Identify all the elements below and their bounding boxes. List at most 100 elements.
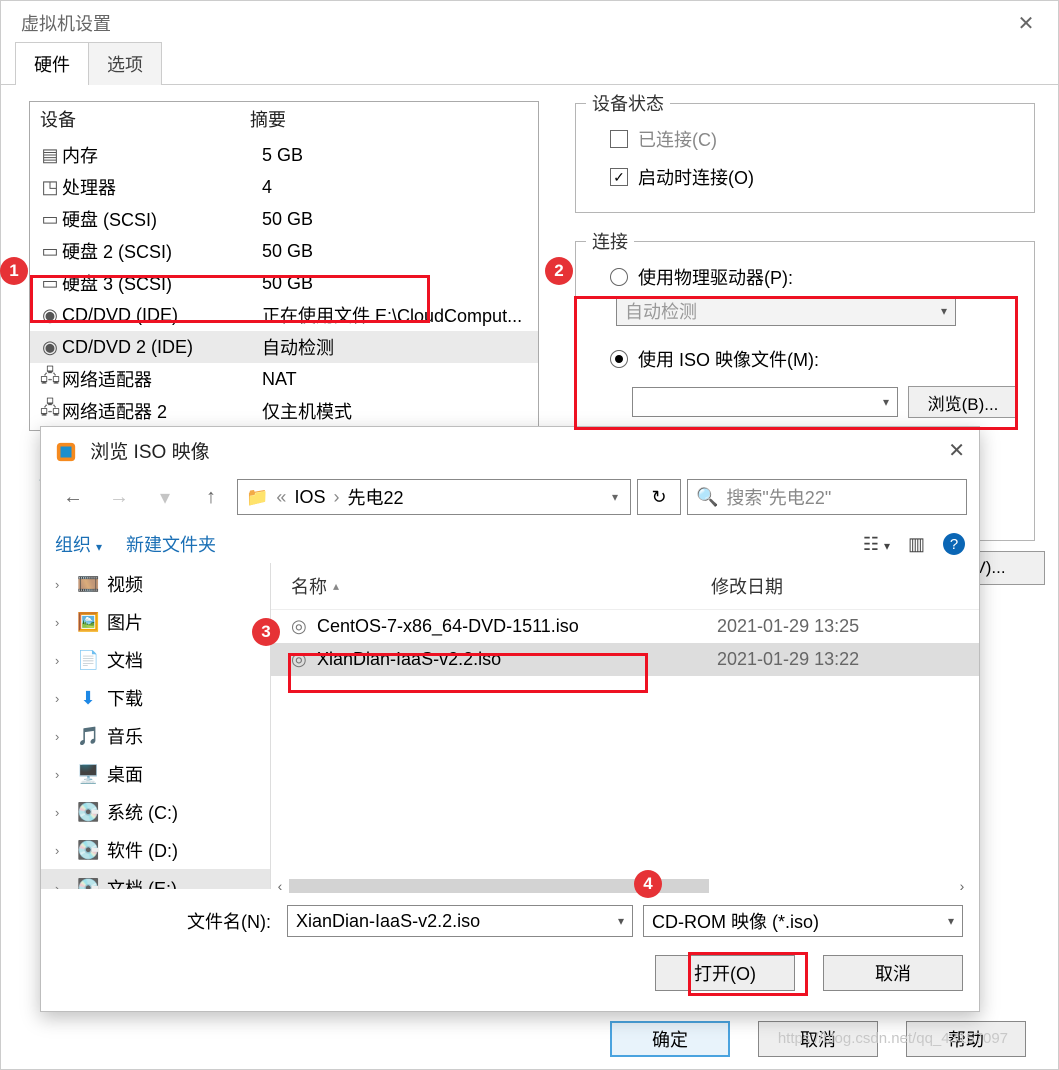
chevron-down-icon: ▾ <box>612 490 622 504</box>
file-row[interactable]: ◎ CentOS-7-x86_64-DVD-1511.iso 2021-01-2… <box>271 610 979 643</box>
device-summary: 4 <box>262 177 538 198</box>
physical-drive-combo[interactable]: 自动检测 ▾ <box>616 296 956 326</box>
browse-button[interactable]: 浏览(B)... <box>908 386 1018 418</box>
drive-icon: 💽 <box>77 878 99 890</box>
nav-back-icon[interactable]: ← <box>53 479 93 515</box>
new-folder-button[interactable]: 新建文件夹 <box>126 531 216 557</box>
device-label: 处理器 <box>62 174 262 200</box>
disk-icon: ▭ <box>38 209 62 229</box>
path-segment[interactable]: IOS <box>294 487 325 508</box>
file-type-filter[interactable]: CD-ROM 映像 (*.iso) ▾ <box>643 905 963 937</box>
checkbox-icon: ✓ <box>610 168 628 186</box>
device-summary: 50 GB <box>262 273 538 294</box>
radio-icon <box>610 268 628 286</box>
checkbox-connect-at-poweron[interactable]: ✓ 启动时连接(O) <box>592 158 1018 196</box>
device-summary: 5 GB <box>262 145 538 166</box>
device-row-hdd1[interactable]: ▭硬盘 (SCSI)50 GB <box>30 203 538 235</box>
col-date[interactable]: 修改日期 <box>711 573 783 599</box>
checkbox-connected[interactable]: 已连接(C) <box>592 120 1018 158</box>
step-badge-4: 4 <box>634 870 662 898</box>
organize-menu[interactable]: 组织 ▾ <box>55 531 102 557</box>
chevron-down-icon: ▾ <box>941 304 947 318</box>
title-text: 浏览 ISO 映像 <box>90 442 209 463</box>
device-row-cpu[interactable]: ◳处理器4 <box>30 171 538 203</box>
device-row-cd1[interactable]: ◉CD/DVD (IDE)正在使用文件 E:\CloudComput... <box>30 299 538 331</box>
radio-use-iso[interactable]: 使用 ISO 映像文件(M): <box>592 340 1018 378</box>
drive-icon: 💽 <box>77 802 99 823</box>
close-icon[interactable]: ✕ <box>1006 11 1046 36</box>
file-date: 2021-01-29 13:25 <box>717 616 859 637</box>
search-input[interactable]: 🔍 搜索"先电22" <box>687 479 967 515</box>
tree-label: 文档 <box>107 647 143 673</box>
device-label: 硬盘 2 (SCSI) <box>62 238 262 264</box>
help-icon[interactable]: ? <box>943 533 965 555</box>
radio-icon <box>610 350 628 368</box>
checkbox-label: 启动时连接(O) <box>638 164 754 190</box>
col-name[interactable]: 名称▴ <box>291 573 711 599</box>
device-row-hdd2[interactable]: ▭硬盘 2 (SCSI)50 GB <box>30 235 538 267</box>
step-badge-2: 2 <box>545 257 573 285</box>
tree-label: 下载 <box>107 685 143 711</box>
folder-tree[interactable]: ›🎞️视频 ›🖼️图片 ›📄文档 ›⬇下载 ›🎵音乐 ›🖥️桌面 ›💽系统 (C… <box>41 563 271 889</box>
col-summary: 摘要 <box>250 106 286 132</box>
horizontal-scrollbar[interactable]: ‹ › <box>271 879 971 893</box>
music-icon: 🎵 <box>77 726 99 747</box>
device-row-net1[interactable]: 🖧网络适配器NAT <box>30 363 538 395</box>
scroll-right-icon[interactable]: › <box>953 878 971 894</box>
tree-label: 文档 (E:) <box>107 875 177 889</box>
tree-item-drive-c[interactable]: ›💽系统 (C:) <box>41 793 270 831</box>
cancel-button[interactable]: 取消 <box>758 1021 878 1057</box>
download-icon: ⬇ <box>77 688 99 709</box>
iso-path-combo[interactable]: ▾ <box>632 387 898 417</box>
cancel-button[interactable]: 取消 <box>823 955 963 991</box>
tab-hardware[interactable]: 硬件 <box>15 42 89 85</box>
disk-icon: ▭ <box>38 273 62 293</box>
address-bar[interactable]: 📁 « IOS › 先电22 ▾ <box>237 479 631 515</box>
device-row-memory[interactable]: ▤内存5 GB <box>30 139 538 171</box>
checkbox-label: 已连接(C) <box>638 126 717 152</box>
nav-history-icon[interactable]: ▾ <box>145 479 185 515</box>
device-row-net2[interactable]: 🖧网络适配器 2仅主机模式 <box>30 395 538 427</box>
tree-item-downloads[interactable]: ›⬇下载 <box>41 679 270 717</box>
close-icon[interactable]: ✕ <box>948 438 965 463</box>
file-row[interactable]: ◎ XianDian-IaaS-v2.2.iso 2021-01-29 13:2… <box>271 643 979 676</box>
help-button[interactable]: 帮助 <box>906 1021 1026 1057</box>
file-name: XianDian-IaaS-v2.2.iso <box>317 649 717 670</box>
iso-file-icon: ◎ <box>291 649 317 670</box>
device-row-hdd3[interactable]: ▭硬盘 3 (SCSI)50 GB <box>30 267 538 299</box>
tree-item-videos[interactable]: ›🎞️视频 <box>41 565 270 603</box>
chevron-down-icon: ▾ <box>618 914 624 928</box>
chevron-down-icon: ▾ <box>948 914 954 928</box>
nav-up-icon[interactable]: ↑ <box>191 479 231 515</box>
radio-physical-drive[interactable]: 使用物理驱动器(P): <box>592 258 1018 296</box>
vm-title: 虚拟机设置 <box>21 10 111 36</box>
tree-item-documents[interactable]: ›📄文档 <box>41 641 270 679</box>
scroll-left-icon[interactable]: ‹ <box>271 878 289 894</box>
tree-label: 系统 (C:) <box>107 799 178 825</box>
ok-button[interactable]: 确定 <box>610 1021 730 1057</box>
path-segment[interactable]: 先电22 <box>347 484 403 510</box>
file-dialog-title: 浏览 ISO 映像 <box>55 437 210 464</box>
legend-connection: 连接 <box>586 228 634 254</box>
file-date: 2021-01-29 13:22 <box>717 649 859 670</box>
file-name-field[interactable]: XianDian-IaaS-v2.2.iso ▾ <box>287 905 633 937</box>
memory-icon: ▤ <box>38 145 62 165</box>
device-summary: NAT <box>262 369 538 390</box>
preview-pane-icon[interactable]: ▥ <box>908 534 925 555</box>
view-list-icon[interactable]: ☷ ▾ <box>863 534 890 555</box>
open-button[interactable]: 打开(O) <box>655 955 795 991</box>
tab-options[interactable]: 选项 <box>88 42 162 85</box>
device-row-cd2[interactable]: ◉CD/DVD 2 (IDE)自动检测 <box>30 331 538 363</box>
device-label: 网络适配器 <box>62 366 262 392</box>
tree-item-desktop[interactable]: ›🖥️桌面 <box>41 755 270 793</box>
tree-item-music[interactable]: ›🎵音乐 <box>41 717 270 755</box>
vm-dialog-buttons: 确定 取消 帮助 <box>1 1021 1058 1057</box>
tree-label: 音乐 <box>107 723 143 749</box>
tree-item-pictures[interactable]: ›🖼️图片 <box>41 603 270 641</box>
refresh-icon[interactable]: ↻ <box>637 479 681 515</box>
search-icon: 🔍 <box>696 487 718 508</box>
nav-forward-icon[interactable]: → <box>99 479 139 515</box>
tree-item-drive-e[interactable]: ›💽文档 (E:) <box>41 869 270 889</box>
tree-item-drive-d[interactable]: ›💽软件 (D:) <box>41 831 270 869</box>
chevron-down-icon: ▾ <box>96 540 102 554</box>
